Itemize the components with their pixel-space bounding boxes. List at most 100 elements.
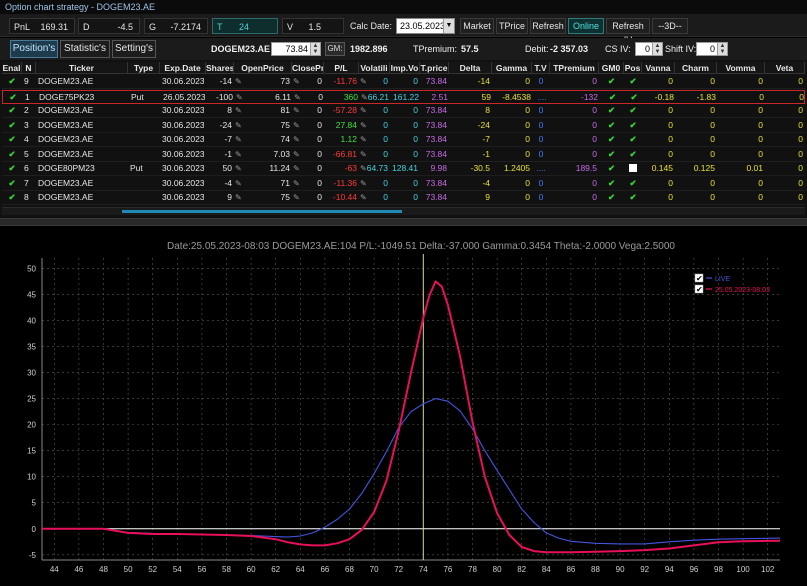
- edit-pencil-icon[interactable]: ✎: [360, 75, 368, 88]
- edit-pencil-icon[interactable]: ✎: [293, 177, 301, 190]
- pos-square-icon[interactable]: [626, 162, 640, 175]
- column-header[interactable]: TPremium: [550, 62, 599, 74]
- shift-iv-input[interactable]: 0 ▲ ▼: [696, 42, 728, 56]
- table-row[interactable]: ✔ 7 DOGEM23.AE 30.06.2023 -4 71 0 -11.36 0 0 73.84…: [2, 177, 805, 191]
- enabled-check-icon[interactable]: ✔: [4, 191, 20, 204]
- edit-pencil-icon[interactable]: ✎: [235, 148, 243, 161]
- pos-check-icon[interactable]: ✔: [627, 91, 641, 104]
- edit-pencil-icon[interactable]: ✎: [360, 162, 368, 175]
- column-header[interactable]: P/L: [324, 62, 359, 74]
- edit-pencil-icon[interactable]: ✎: [293, 162, 301, 175]
- gm0-check-icon[interactable]: ✔: [601, 177, 622, 190]
- edit-pencil-icon[interactable]: ✎: [235, 177, 243, 190]
- edit-pencil-icon[interactable]: ✎: [236, 91, 244, 104]
- enabled-check-icon[interactable]: ✔: [4, 177, 20, 190]
- chevron-down-icon[interactable]: ▼: [443, 19, 454, 33]
- gm0-check-icon[interactable]: ✔: [601, 104, 622, 117]
- column-header[interactable]: N: [22, 62, 36, 74]
- calc-date-picker[interactable]: 23.05.2023 ▼: [396, 18, 455, 34]
- pos-check-icon[interactable]: ✔: [626, 148, 640, 161]
- table-row[interactable]: ✔ 3 DOGEM23.AE 30.06.2023 -24 75 0 27.84 0 0 73.84…: [2, 119, 805, 133]
- edit-pencil-icon[interactable]: ✎: [235, 133, 243, 146]
- enabled-check-icon[interactable]: ✔: [4, 133, 20, 146]
- column-header[interactable]: Veta: [765, 62, 805, 74]
- edit-pencil-icon[interactable]: ✎: [293, 119, 301, 132]
- column-header[interactable]: Vanna: [642, 62, 675, 74]
- spinner-icon[interactable]: ▲ ▼: [717, 43, 727, 55]
- table-row[interactable]: ✔ 2 DOGEM23.AE 30.06.2023 8 81 0 -57.28 0 0 73.84 8…: [2, 104, 805, 118]
- edit-pencil-icon[interactable]: ✎: [360, 119, 368, 132]
- column-header[interactable]: OpenPrice: [234, 62, 292, 74]
- column-header[interactable]: Type: [128, 62, 160, 74]
- column-header[interactable]: Gamma: [492, 62, 532, 74]
- gm0-check-icon[interactable]: ✔: [602, 91, 623, 104]
- column-header[interactable]: Charm: [675, 62, 717, 74]
- 3d-button[interactable]: --3D--: [652, 18, 688, 34]
- edit-pencil-icon[interactable]: ✎: [235, 104, 243, 117]
- edit-pencil-icon[interactable]: ✎: [235, 191, 243, 204]
- underlying-price-input[interactable]: 73.84 ▲ ▼: [271, 42, 321, 56]
- cs-iv-input[interactable]: 0 ▲ ▼: [635, 42, 663, 56]
- enabled-check-icon[interactable]: ✔: [4, 104, 20, 117]
- table-row[interactable]: ✔ 6 DOGE80PM23 Put 30.06.2023 50 11.24 0 -63 64.7…: [2, 162, 805, 176]
- pos-check-icon[interactable]: ✔: [626, 177, 640, 190]
- column-header[interactable]: Shares: [206, 62, 234, 74]
- table-row[interactable]: ✔ 5 DOGEM23.AE 30.06.2023 -1 7.03 0 -66.81 0 0 73.…: [2, 148, 805, 162]
- edit-pencil-icon[interactable]: ✎: [235, 119, 243, 132]
- panel-splitter[interactable]: [0, 218, 807, 226]
- edit-pencil-icon[interactable]: ✎: [360, 177, 368, 190]
- pos-check-icon[interactable]: ✔: [626, 191, 640, 204]
- pos-check-icon[interactable]: ✔: [626, 75, 640, 88]
- gm0-check-icon[interactable]: ✔: [601, 191, 622, 204]
- refresh-iv-button[interactable]: Refresh IV: [606, 18, 650, 45]
- refresh-button[interactable]: Refresh: [530, 18, 566, 34]
- edit-pencil-icon[interactable]: ✎: [294, 91, 302, 104]
- scrollbar-thumb[interactable]: [122, 210, 402, 213]
- enabled-check-icon[interactable]: ✔: [4, 119, 20, 132]
- edit-pencil-icon[interactable]: ✎: [360, 148, 368, 161]
- edit-pencil-icon[interactable]: ✎: [293, 104, 301, 117]
- column-header[interactable]: Exp.Date: [160, 62, 206, 74]
- tprice-button[interactable]: TPrice: [496, 18, 528, 34]
- edit-pencil-icon[interactable]: ✎: [235, 75, 243, 88]
- edit-pencil-icon[interactable]: ✎: [235, 162, 243, 175]
- table-row[interactable]: ✔ 9 DOGEM23.AE 30.06.2023 -14 73 0 -11.76 0 0 73.8…: [2, 75, 805, 89]
- spinner-icon[interactable]: ▲ ▼: [310, 43, 320, 55]
- edit-pencil-icon[interactable]: ✎: [293, 148, 301, 161]
- tab-positions[interactable]: Position's: [10, 40, 58, 58]
- tab-settings[interactable]: Setting's: [112, 40, 156, 58]
- column-header[interactable]: Enal: [2, 62, 22, 74]
- edit-pencil-icon[interactable]: ✎: [293, 133, 301, 146]
- column-header[interactable]: Delta: [449, 62, 492, 74]
- horizontal-scrollbar[interactable]: [2, 207, 805, 215]
- table-row[interactable]: ✔ 1 DOGE75PK23 Put 26.05.2023 -100 6.11 0 360 66.…: [2, 89, 805, 104]
- pnl-chart[interactable]: 44 46 48 50 52 54 56 58 60 62 64 66 68 70 72 74 76 78 80 82…: [0, 226, 807, 586]
- tab-statistics[interactable]: Statistic's: [60, 40, 110, 58]
- column-header[interactable]: Ticker: [36, 62, 128, 74]
- edit-pencil-icon[interactable]: ✎: [293, 191, 301, 204]
- enabled-check-icon[interactable]: ✔: [5, 91, 21, 104]
- enabled-check-icon[interactable]: ✔: [4, 148, 20, 161]
- column-header[interactable]: Pos: [624, 62, 642, 74]
- column-header[interactable]: T.V: [532, 62, 550, 74]
- spinner-icon[interactable]: ▲ ▼: [652, 43, 662, 55]
- table-row[interactable]: ✔ 4 DOGEM23.AE 30.06.2023 -7 74 0 1.12 0 0 73.84 -7…: [2, 133, 805, 147]
- enabled-check-icon[interactable]: ✔: [4, 75, 20, 88]
- edit-pencil-icon[interactable]: ✎: [293, 75, 301, 88]
- edit-pencil-icon[interactable]: ✎: [360, 191, 368, 204]
- enabled-check-icon[interactable]: ✔: [4, 162, 20, 175]
- gm0-check-icon[interactable]: ✔: [601, 119, 622, 132]
- gm0-check-icon[interactable]: ✔: [601, 148, 622, 161]
- table-row[interactable]: ✔ 8 DOGEM23.AE 30.06.2023 9 75 0 -10.44 0 0 73.84 9…: [2, 191, 805, 205]
- column-header[interactable]: Imp.Vo: [390, 62, 420, 74]
- online-button[interactable]: Online: [568, 18, 604, 34]
- column-header[interactable]: Vomma: [717, 62, 765, 74]
- pos-check-icon[interactable]: ✔: [626, 119, 640, 132]
- gm-button[interactable]: GM:: [325, 42, 345, 56]
- gm0-check-icon[interactable]: ✔: [601, 133, 622, 146]
- column-header[interactable]: GM0: [599, 62, 624, 74]
- column-header[interactable]: Volatili: [359, 62, 390, 74]
- column-header[interactable]: T.price: [420, 62, 449, 74]
- market-button[interactable]: Market: [460, 18, 494, 34]
- gm0-check-icon[interactable]: ✔: [601, 75, 622, 88]
